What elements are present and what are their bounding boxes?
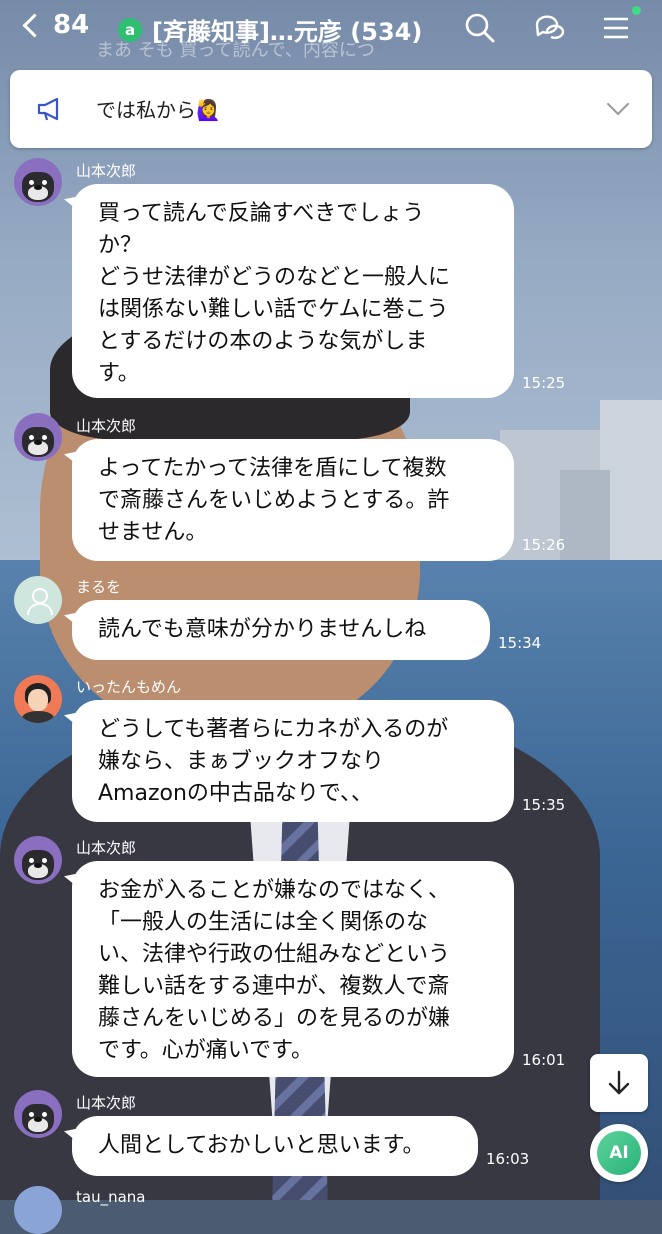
message-line: す。: [98, 361, 140, 386]
scroll-to-bottom-button[interactable]: [590, 1054, 648, 1112]
message-line: とするだけの本のような気がしま: [98, 329, 428, 354]
message-bubble[interactable]: 買って読んで反論すべきでしょう か？ どうせ法律がどうのなどと一般人に は関係な…: [64, 184, 514, 398]
avatar[interactable]: [14, 1186, 62, 1234]
message-bubble[interactable]: よってたかって法律を盾にして複数 で斎藤さんをいじめようとする。許 せません。: [64, 439, 514, 561]
sender-name: tau_nana: [76, 1188, 146, 1206]
sender-name: 山本次郎: [76, 162, 137, 180]
message-line: 「一般人の生活には全く関係のな: [98, 910, 429, 935]
message-line: せません。: [98, 520, 208, 545]
message-bubble[interactable]: 読んでも意味が分かりませんしね: [64, 600, 490, 660]
message-line: どうしても著者らにカネが入るのが: [98, 717, 449, 742]
megaphone-icon: [37, 97, 59, 121]
openchat-icon: a: [118, 17, 142, 42]
sender-name: 山本次郎: [76, 417, 137, 435]
notification-dot: [632, 6, 641, 15]
message-bubble[interactable]: 人間としておかしいと思います。: [64, 1116, 478, 1176]
message-time: 15:34: [498, 634, 542, 652]
message-line: は関係ない難しい話でケムに巻こう: [98, 297, 449, 322]
message-time: 15:25: [522, 374, 566, 392]
message-line: お金が入ることが嫌なのではなく、: [98, 878, 451, 903]
message-line: 難しい話をする連中が、複数人で斎: [98, 974, 450, 999]
sender-name: 山本次郎: [76, 1094, 137, 1112]
chat-bubbles-icon[interactable]: [532, 10, 568, 46]
message-line: で斎藤さんをいじめようとする。許: [98, 488, 450, 513]
avatar[interactable]: [14, 413, 62, 461]
unread-count: 84: [53, 10, 90, 40]
message-bubble[interactable]: どうしても著者らにカネが入るのが 嫌なら、まぁブックオフなり Amazonの中古…: [64, 700, 514, 822]
arrow-down-icon: [608, 1070, 630, 1095]
message-line: です。心が痛いです。: [98, 1038, 313, 1063]
avatar[interactable]: [14, 158, 62, 206]
message-line: どうせ法律がどうのなどと一般人に: [98, 265, 451, 290]
ai-assistant-button[interactable]: AI: [590, 1124, 648, 1182]
message-line: よってたかって法律を盾にして複数: [98, 456, 447, 481]
message-line: か？: [98, 233, 143, 258]
message-time: 16:01: [522, 1051, 566, 1069]
message-line: 嫌なら、まぁブックオフなり: [98, 749, 385, 774]
message-line: 人間としておかしいと思います。: [98, 1133, 425, 1158]
message-time: 15:26: [522, 536, 566, 554]
menu-icon[interactable]: [598, 10, 634, 46]
chevron-left-icon: [22, 12, 47, 38]
avatar[interactable]: [14, 576, 62, 624]
sender-name: いったんもめん: [76, 678, 182, 696]
message-line: 読んでも意味が分かりませんしね: [98, 617, 427, 642]
message-line: Amazonの中古品なりで、、: [98, 781, 374, 806]
message-time: 16:03: [486, 1150, 530, 1168]
avatar[interactable]: [14, 836, 62, 884]
chat-title: [斉藤知事]…元彦 (534): [152, 18, 423, 46]
announcement-banner[interactable]: では私から🙋‍♀️: [10, 70, 652, 148]
sender-name: まるを: [76, 578, 122, 596]
message-line: い、法律や行政の仕組みなどという: [98, 942, 451, 967]
chat-title-area[interactable]: a [斉藤知事]…元彦 (534): [118, 12, 422, 47]
sender-name: 山本次郎: [76, 839, 137, 857]
message-line: 買って読んで反論すべきでしょう: [98, 201, 425, 226]
message-time: 15:35: [522, 796, 566, 814]
back-button[interactable]: 84: [18, 10, 89, 40]
chat-header: まあ そも 買って読んで、内容につ 84 a [斉藤知事]…元彦 (534): [0, 0, 662, 61]
message-line: 藤さんをいじめる」のを見るのが嫌: [98, 1006, 451, 1031]
search-icon[interactable]: [462, 10, 498, 46]
avatar[interactable]: [14, 675, 62, 723]
chevron-down-icon[interactable]: [606, 92, 630, 116]
ai-label: AI: [597, 1131, 641, 1175]
message-bubble[interactable]: お金が入ることが嫌なのではなく、 「一般人の生活には全く関係のな い、法律や行政…: [64, 861, 514, 1077]
announcement-text: では私から🙋‍♀️: [96, 98, 221, 122]
avatar[interactable]: [14, 1090, 62, 1138]
